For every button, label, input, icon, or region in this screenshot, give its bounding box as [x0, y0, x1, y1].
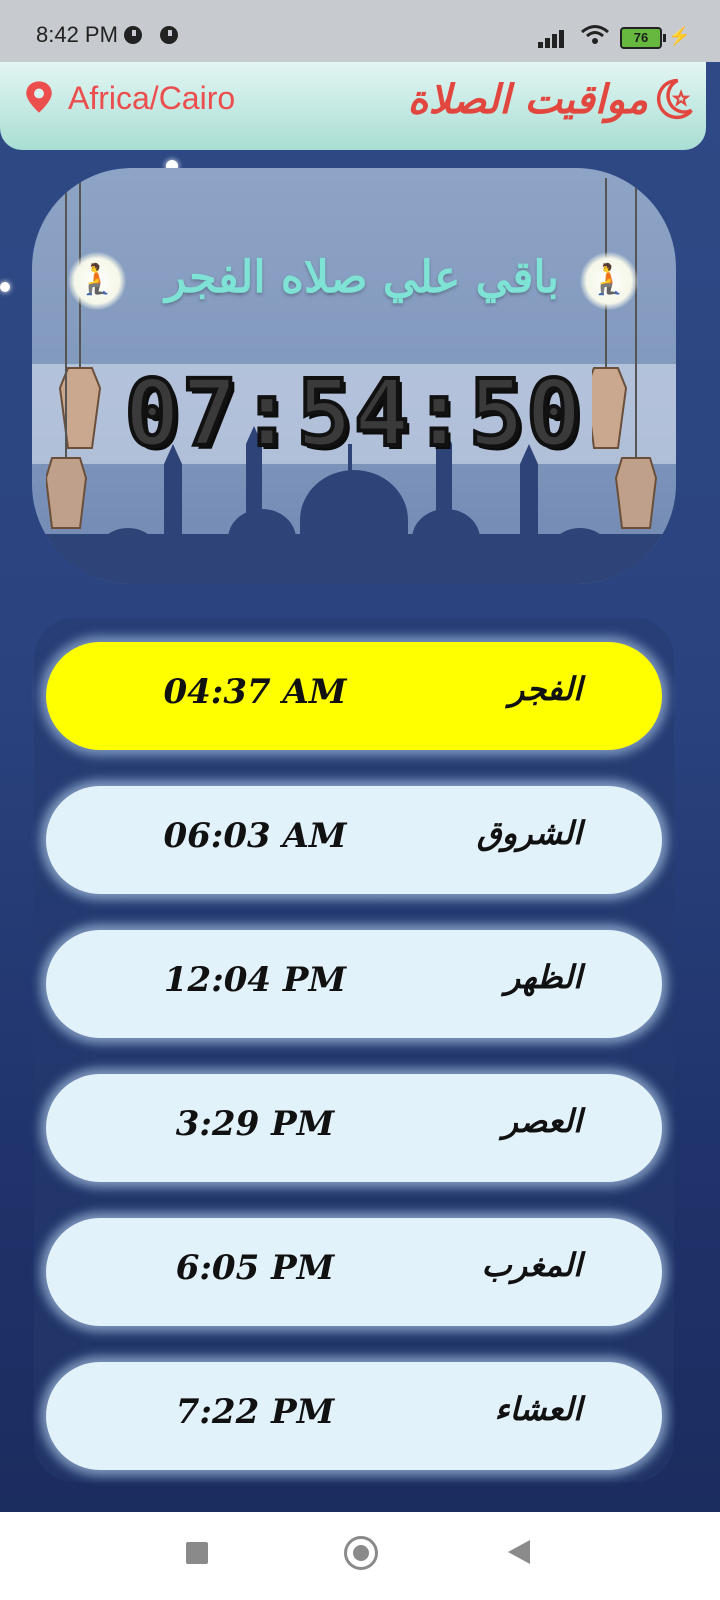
- countdown-card: 🧎 🧎 باقي علي صلاه الفجر 07:54:50: [32, 168, 676, 584]
- nav-back-icon[interactable]: [508, 1540, 530, 1564]
- prayer-row-maghrib[interactable]: 6:05 PM المغرب: [46, 1218, 662, 1326]
- decorative-dot: [0, 282, 10, 292]
- prayer-name: العصر: [502, 1102, 582, 1140]
- prayer-row-asr[interactable]: 3:29 PM العصر: [46, 1074, 662, 1182]
- charging-icon: ⚡: [668, 26, 691, 46]
- notification-icon: [124, 26, 142, 44]
- remaining-label: باقي علي صلاه الفجر: [164, 252, 560, 303]
- prayer-row-dhuhr[interactable]: 12:04 PM الظهر: [46, 930, 662, 1038]
- prayer-time: 7:22 PM: [175, 1392, 335, 1432]
- countdown-timer: 07:54:50: [122, 360, 584, 467]
- notification-icon: [160, 26, 178, 44]
- prayer-name: الفجر: [508, 670, 582, 708]
- praying-man-icon: 🧎: [580, 252, 638, 310]
- crescent-moon-icon: [656, 78, 693, 120]
- wifi-icon: [580, 24, 610, 52]
- prayer-row-sunrise[interactable]: 06:03 AM الشروق: [46, 786, 662, 894]
- prayer-row-fajr[interactable]: 04:37 AM الفجر: [46, 642, 662, 750]
- location-pin-icon[interactable]: [22, 80, 56, 114]
- status-bar: 8:42 PM 76 ⚡: [0, 0, 720, 62]
- prayer-name: الشروق: [476, 814, 582, 852]
- prayer-name: الظهر: [504, 958, 582, 996]
- system-nav-bar: [0, 1512, 720, 1600]
- prayer-time: 3:29 PM: [175, 1104, 335, 1144]
- prayer-time: 12:04 PM: [163, 960, 347, 1000]
- prayer-row-isha[interactable]: 7:22 PM العشاء: [46, 1362, 662, 1470]
- location-label[interactable]: Africa/Cairo: [68, 80, 235, 117]
- app-header: Africa/Cairo مواقيت الصلاة: [0, 62, 706, 150]
- prayer-time: 06:03 AM: [163, 816, 347, 856]
- battery-icon: 76: [620, 27, 666, 49]
- nav-home-icon[interactable]: [344, 1536, 378, 1570]
- status-time: 8:42 PM: [36, 22, 118, 47]
- prayer-time: 04:37 AM: [163, 672, 347, 712]
- app-title: مواقيت الصلاة: [407, 76, 648, 123]
- nav-recents-icon[interactable]: [186, 1542, 208, 1564]
- prayer-time: 6:05 PM: [175, 1248, 335, 1288]
- praying-man-icon: 🧎: [68, 252, 126, 310]
- prayer-name: المغرب: [481, 1246, 582, 1284]
- signal-icon: [538, 28, 572, 48]
- prayer-name: العشاء: [494, 1390, 582, 1428]
